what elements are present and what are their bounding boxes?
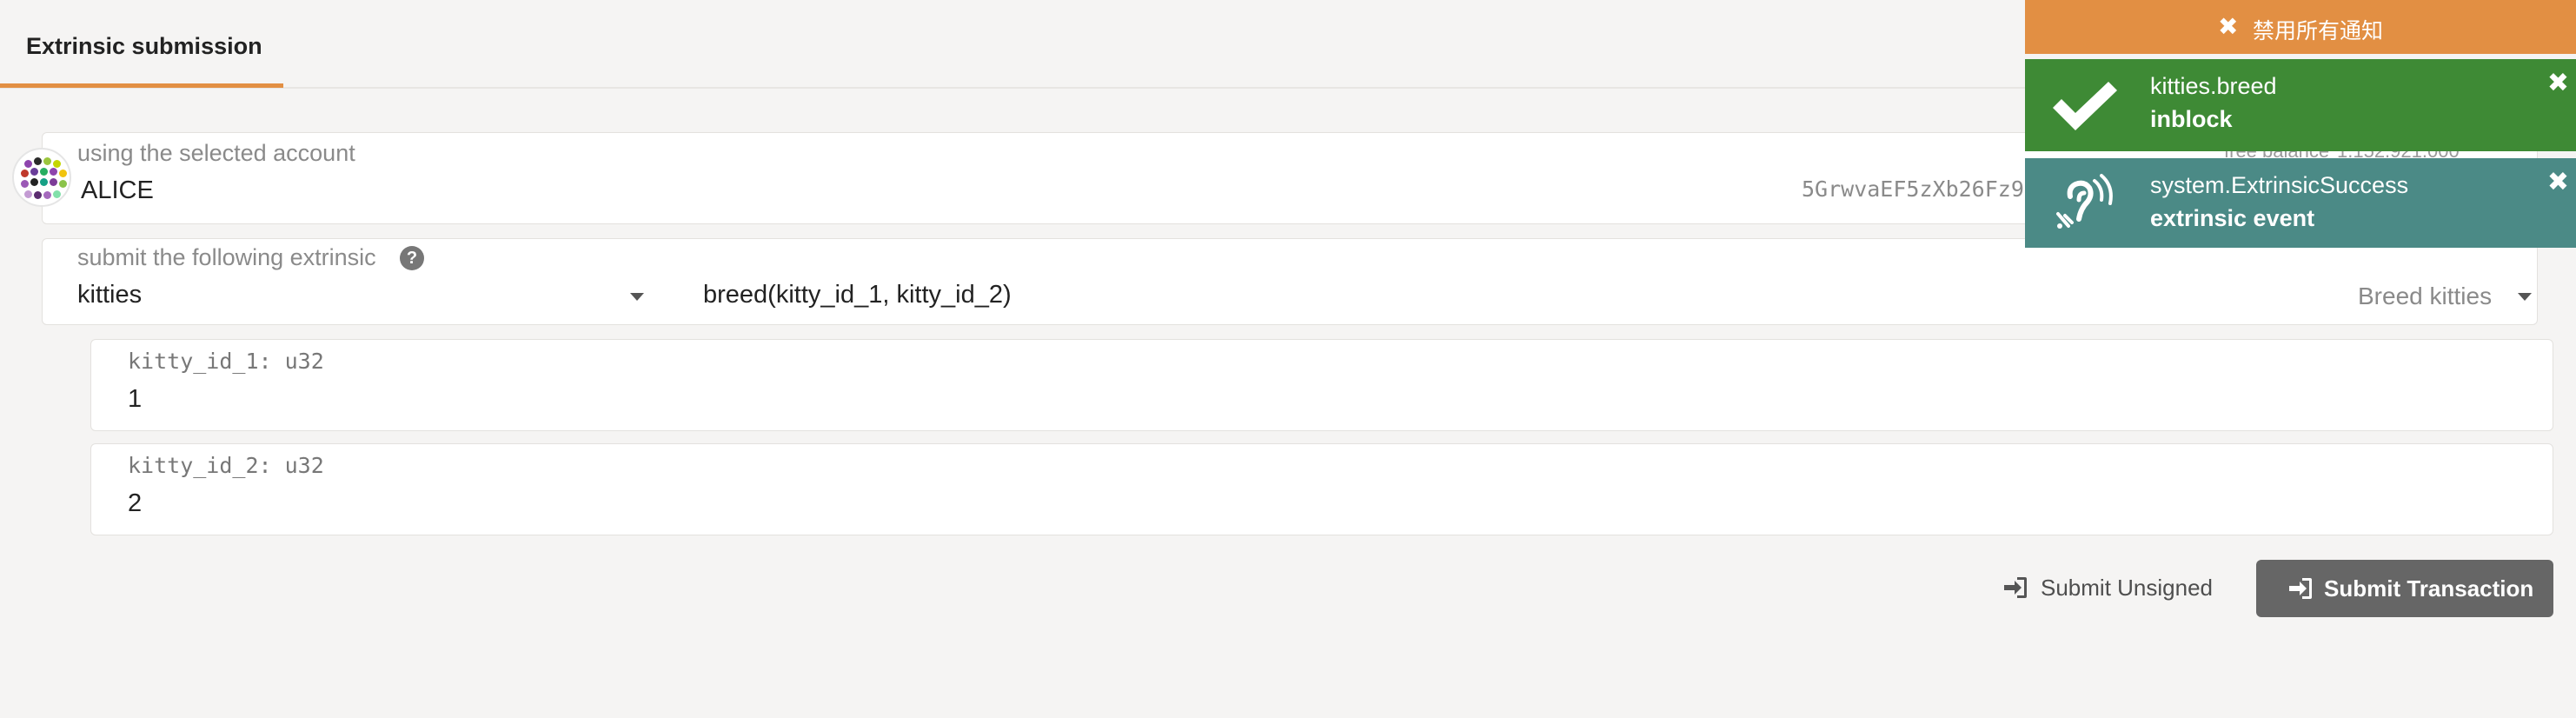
notification-status: extrinsic event bbox=[2150, 205, 2315, 231]
close-icon: ✖ bbox=[2218, 13, 2239, 40]
close-icon[interactable]: ✖ bbox=[2547, 68, 2569, 98]
chevron-down-icon[interactable] bbox=[630, 293, 644, 301]
assistive-listening-icon bbox=[2056, 174, 2113, 229]
dismiss-all-label: 禁用所有通知 bbox=[2253, 19, 2384, 43]
check-icon bbox=[2053, 82, 2117, 130]
call-select[interactable]: breed(kitty_id_1, kitty_id_2) bbox=[703, 281, 1012, 309]
param-label: kitty_id_1: u32 bbox=[128, 349, 324, 374]
param-kitty-id-2[interactable]: kitty_id_2: u32 2 bbox=[90, 443, 2553, 535]
identicon-icon bbox=[12, 148, 71, 207]
chevron-down-icon[interactable] bbox=[2518, 293, 2532, 301]
submit-unsigned-button[interactable]: Submit Unsigned bbox=[1997, 563, 2214, 612]
notification-extrinsic-success: system.ExtrinsicSuccess extrinsic event … bbox=[2025, 158, 2576, 248]
help-icon[interactable]: ? bbox=[400, 246, 424, 270]
sign-in-icon bbox=[2004, 577, 2027, 598]
submit-transaction-label: Submit Transaction bbox=[2324, 575, 2534, 602]
param-value-input[interactable]: 2 bbox=[128, 489, 142, 518]
extrinsic-label: submit the following extrinsic bbox=[77, 244, 376, 270]
notification-kitties-breed: kitties.breed inblock ✖ bbox=[2025, 59, 2576, 151]
notification-status: inblock bbox=[2150, 106, 2233, 132]
account-name: ALICE bbox=[81, 176, 154, 204]
dismiss-all-notifications-button[interactable]: ✖ 禁用所有通知 bbox=[2025, 0, 2576, 54]
submit-transaction-button[interactable]: Submit Transaction bbox=[2256, 560, 2553, 617]
param-kitty-id-1[interactable]: kitty_id_1: u32 1 bbox=[90, 339, 2553, 431]
module-select[interactable]: kitties bbox=[77, 281, 142, 309]
tab-label: Extrinsic submission bbox=[26, 33, 262, 59]
submit-unsigned-label: Submit Unsigned bbox=[2041, 575, 2213, 601]
param-value-input[interactable]: 1 bbox=[128, 385, 142, 414]
notification-title: system.ExtrinsicSuccess bbox=[2150, 172, 2409, 198]
param-label: kitty_id_2: u32 bbox=[128, 453, 324, 478]
close-icon[interactable]: ✖ bbox=[2547, 167, 2569, 197]
account-label: using the selected account bbox=[77, 140, 355, 166]
call-documentation: Breed kitties bbox=[2358, 283, 2493, 309]
notification-title: kitties.breed bbox=[2150, 73, 2277, 99]
sign-in-icon bbox=[2289, 578, 2312, 599]
tab-extrinsic-submission[interactable]: Extrinsic submission bbox=[0, 0, 283, 88]
